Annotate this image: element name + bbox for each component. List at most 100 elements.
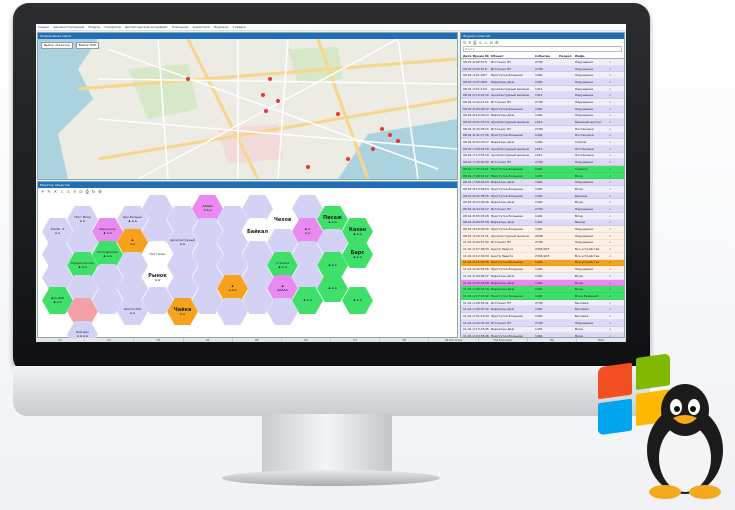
row-action-icon[interactable]: ✓ <box>609 160 619 164</box>
event-row[interactable]: 11.01.210:00:5732Источник ПТ2790Нарушени… <box>461 239 624 247</box>
menu-item[interactable]: Административный <box>53 25 84 29</box>
event-row[interactable]: 11.01.212:02:3144Источник ПТ2790Нарушени… <box>461 319 624 327</box>
fire-icon[interactable]: ♨ <box>484 40 488 45</box>
row-action-icon[interactable]: ✓ <box>609 167 619 171</box>
event-row[interactable]: 08.01.217:26:0720Источник ПТ2790Нарушени… <box>461 159 624 166</box>
event-row[interactable]: 11.01.210:55:1838Бархатцы Дом1491Вход✓ <box>461 279 624 287</box>
row-action-icon[interactable]: ✓ <box>609 314 619 318</box>
print-icon[interactable]: ⎙ <box>473 40 476 45</box>
event-row[interactable]: 11.01.211:06:3139Бархатцы Дом1491Вход✓ <box>461 286 624 294</box>
column-header[interactable]: Событие <box>535 54 559 58</box>
menu-item[interactable]: Сервис <box>38 25 49 29</box>
event-row[interactable]: 11.01.210:07:4633Центр Эверта2391/203Все… <box>461 246 624 253</box>
event-row[interactable]: 08.01.215:10:2210Архитектурный меланж141… <box>461 92 624 100</box>
lock-icon[interactable]: ⊡ <box>79 189 82 194</box>
event-row[interactable]: 11.01.211:40:0742Бархатцы Дом1491Бытовка… <box>461 306 624 314</box>
event-row[interactable]: 08.01.217:37:1921Пристутка Большая1491Тр… <box>461 166 624 173</box>
event-row[interactable]: 08.01.216:00:0912Пристутка Большая1491На… <box>461 105 624 113</box>
column-header[interactable]: Инфо <box>575 54 609 58</box>
column-header[interactable]: Раздел <box>559 54 575 58</box>
row-action-icon[interactable]: ✓ <box>609 234 619 238</box>
event-row[interactable]: 08.01.219:06:5729Бархатцы Дом1491Выход✓ <box>461 219 624 227</box>
event-row[interactable]: 08.01.218:55:4528Пристутка Большая1491Вх… <box>461 212 624 220</box>
event-row[interactable]: 11.01.210:44:0637Бархатцы Дом1491Вход✓ <box>461 273 624 280</box>
alarm-icon[interactable]: ⚠ <box>479 40 483 45</box>
event-row[interactable]: 08.01.210:00:576Источник ПТ2790Нарушение… <box>461 59 624 66</box>
event-row[interactable]: 08.01.216:30:0515Источник ПТ2790Постанов… <box>461 125 624 133</box>
row-action-icon[interactable]: ✓ <box>609 80 619 84</box>
row-action-icon[interactable]: ✓ <box>609 107 619 111</box>
event-row[interactable]: 08.01.216:21:5314Архитектурный меланж141… <box>461 119 624 126</box>
event-row[interactable]: 11.01.211:51:1943Пристутка Большая1491Бы… <box>461 313 624 320</box>
refresh-icon[interactable]: ↻ <box>92 189 95 194</box>
row-action-icon[interactable]: ✓ <box>609 327 619 331</box>
row-action-icon[interactable]: ✓ <box>609 260 619 264</box>
row-action-icon[interactable]: ✓ <box>609 127 619 131</box>
event-row[interactable]: 08.01.214:01:287Пристутка Большая1491Нар… <box>461 72 624 80</box>
row-action-icon[interactable]: ✓ <box>609 240 619 244</box>
row-action-icon[interactable]: ✓ <box>609 153 619 157</box>
menu-item[interactable]: Аналитика <box>193 25 210 29</box>
row-action-icon[interactable]: ✓ <box>609 187 619 191</box>
select-por-button[interactable]: Выбор ПОР <box>75 42 100 49</box>
row-action-icon[interactable]: ✓ <box>609 254 619 258</box>
add-icon[interactable]: + <box>41 189 44 194</box>
row-action-icon[interactable]: ✓ <box>609 174 619 178</box>
event-row[interactable]: 08.01.217:03:4218Архитектурный меланж141… <box>461 145 624 153</box>
event-row[interactable]: 08.01.218:44:3227Источник ПТ2790Нарушени… <box>461 206 624 213</box>
settings-icon[interactable]: ⚙ <box>98 189 102 194</box>
row-action-icon[interactable]: ✓ <box>609 113 619 117</box>
menu-item[interactable]: Справка <box>233 25 246 29</box>
event-row[interactable]: 11.01.212:13:4345Бархатцы Дом1491Вход✓ <box>461 326 624 334</box>
event-row[interactable]: 08.01.214:07:468Бархатцы Дом1491Нарушени… <box>461 79 624 86</box>
event-row[interactable]: 11.01.210:21:4235Пристутка Большая1491Вс… <box>461 259 624 267</box>
settings-icon[interactable]: ⚙ <box>495 40 499 45</box>
row-action-icon[interactable]: ✓ <box>609 60 619 64</box>
event-row[interactable]: 08.01.216:10:4013Бархатцы Дом1491Нарушен… <box>461 112 624 120</box>
event-row[interactable]: 08.01.217:14:5519Архитектурный меланж141… <box>461 152 624 160</box>
row-action-icon[interactable]: ✓ <box>609 200 619 204</box>
print-icon[interactable]: ⎙ <box>86 189 89 194</box>
event-row[interactable]: 11.01.210:32:5436Пристутка Большая1491На… <box>461 266 624 273</box>
row-action-icon[interactable]: ✓ <box>609 133 619 137</box>
row-action-icon[interactable]: ✓ <box>609 67 619 71</box>
event-row[interactable]: 08.01.218:10:5624Пристутка Большая1491Вх… <box>461 186 624 193</box>
row-action-icon[interactable]: ✓ <box>609 220 619 224</box>
row-action-icon[interactable]: ✓ <box>609 207 619 211</box>
hex-tile[interactable]: ♟ Δ Δ <box>342 287 373 314</box>
menu-item[interactable]: Журналы <box>214 25 229 29</box>
row-action-icon[interactable]: ✓ <box>609 247 619 251</box>
row-action-icon[interactable]: ✓ <box>609 180 619 184</box>
event-row[interactable]: 08.01.217:48:3122Пристутка Большая1491Вх… <box>461 172 624 180</box>
alarm-icon[interactable]: ⚠ <box>67 189 71 194</box>
delete-icon[interactable]: ✕ <box>54 189 57 194</box>
event-row[interactable]: 11.01.211:17:4340Пристутка Большая1491Вх… <box>461 293 624 300</box>
filter-icon[interactable]: ⚲ <box>468 40 471 45</box>
row-action-icon[interactable]: ✓ <box>609 294 619 298</box>
row-action-icon[interactable]: ✓ <box>609 321 619 325</box>
row-action-icon[interactable]: ✓ <box>609 227 619 231</box>
event-row[interactable]: 11.01.211:28:5541Источник ПТ2790Бытовка✓ <box>461 299 624 307</box>
event-row[interactable]: 08.01.219:18:0930Пристутка Большая1491На… <box>461 226 624 233</box>
row-action-icon[interactable]: ✓ <box>609 281 619 285</box>
edit-icon[interactable]: ✎ <box>47 189 50 194</box>
event-row[interactable]: 08.01.218:33:2026Бархатцы Дом1491Вход✓ <box>461 199 624 207</box>
event-row[interactable]: 08.01.216:41:1716Пристутка Большая1491По… <box>461 132 624 140</box>
row-action-icon[interactable]: ✓ <box>609 301 619 305</box>
row-action-icon[interactable]: ✓ <box>609 214 619 218</box>
row-action-icon[interactable]: ✓ <box>609 267 619 271</box>
menu-item[interactable]: Диспетчерский интерфейс <box>125 25 168 29</box>
event-row[interactable]: 08.01.218:22:0825Пристутка Большая1491Да… <box>461 192 624 200</box>
refresh-icon[interactable]: ↻ <box>463 40 466 45</box>
row-action-icon[interactable]: ✓ <box>609 120 619 124</box>
events-search-input[interactable]: Поиск <box>463 46 622 52</box>
event-row[interactable]: 08.01.219:29:2131Архитектурный меланж200… <box>461 232 624 240</box>
row-action-icon[interactable]: ✓ <box>609 73 619 77</box>
column-header[interactable]: Объект <box>491 54 535 58</box>
hex-tile[interactable]: Пост Вход Δ Δ <box>67 206 98 233</box>
filter-icon[interactable]: ⚲ <box>73 189 76 194</box>
fire-icon[interactable]: ♨ <box>60 189 64 194</box>
event-row[interactable]: 08.01.215:22:1111Источник ПТ2790Нарушени… <box>461 99 624 106</box>
city-map[interactable]: Выбор объектов Выбор ПОР <box>38 39 457 179</box>
column-header[interactable]: Время <box>473 54 485 58</box>
